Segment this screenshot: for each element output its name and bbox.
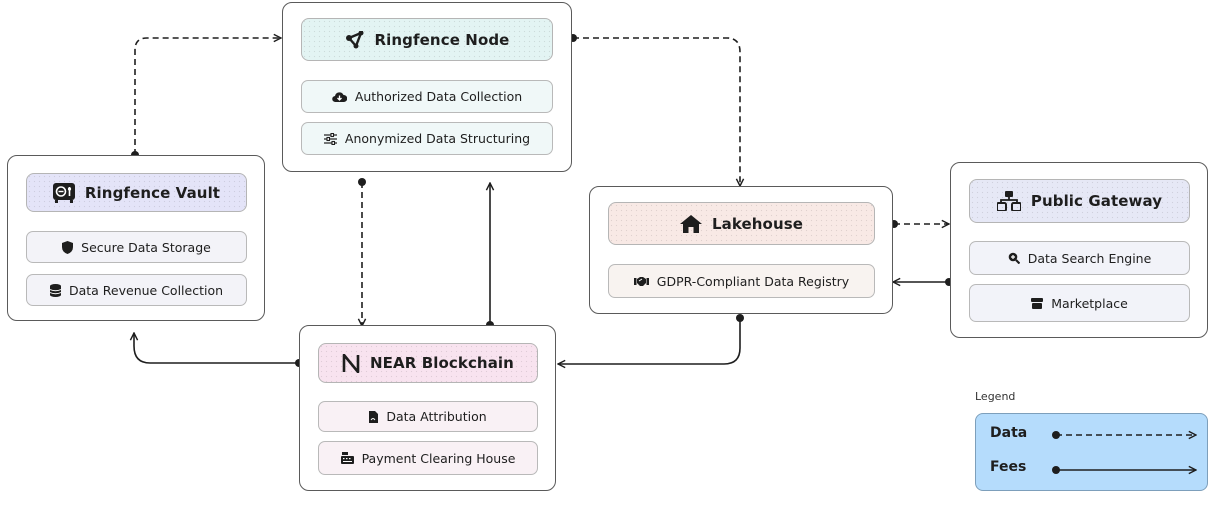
public-gateway-header: Public Gateway [969,179,1190,223]
house-icon [679,214,702,233]
lakehouse-card[interactable]: Lakehouse GDPR-Compliant Data Registry [589,186,893,314]
legend-dot-data [1052,431,1060,439]
item-label: Marketplace [1051,295,1128,311]
cloud-download-icon [332,91,347,103]
ringfence-node-header: Ringfence Node [301,18,553,61]
file-signature-icon [369,410,379,423]
item-label: Secure Data Storage [81,239,211,255]
legend-dot-fees [1052,466,1060,474]
sliders-icon [323,132,337,145]
lakehouse-title: Lakehouse [711,214,804,233]
item-label: Payment Clearing House [361,450,516,466]
item-data-search-engine: Data Search Engine [969,241,1190,275]
ringfence-vault-title: Ringfence Vault [84,183,221,202]
item-gdpr-compliant-data-registry: GDPR-Compliant Data Registry [608,264,875,298]
near-blockchain-card[interactable]: NEAR Blockchain Data Attribution Payment… [299,325,556,491]
legend: Data Fees [975,413,1208,491]
lakehouse-header: Lakehouse [608,202,875,245]
item-label: Authorized Data Collection [354,89,523,104]
handshake-icon [633,276,649,287]
search-plus-icon [1008,252,1020,264]
share-nodes-icon [345,30,365,49]
near-blockchain-title: NEAR Blockchain [370,354,514,372]
sitemap-icon [996,191,1021,211]
near-logo-icon [342,353,360,373]
item-payment-clearing-house: Payment Clearing House [318,441,538,475]
edge-near-to-vault [134,333,299,364]
near-blockchain-header: NEAR Blockchain [318,343,538,383]
item-label: Data Attribution [386,409,487,424]
ringfence-node-card[interactable]: Ringfence Node Authorized Data Collectio… [282,2,572,172]
public-gateway-card[interactable]: Public Gateway Data Search Engine Market… [950,162,1208,338]
item-marketplace: Marketplace [969,284,1190,322]
cash-register-icon [340,452,354,464]
item-label: Data Search Engine [1027,250,1152,266]
shield-icon [62,240,74,254]
ringfence-node-title: Ringfence Node [374,30,510,49]
edge-start-dot [358,178,366,186]
database-icon [49,283,61,297]
ringfence-vault-header: Ringfence Vault [26,173,247,212]
edge-start-dot [736,314,744,322]
legend-title: Legend [975,390,1016,403]
ringfence-vault-card[interactable]: Ringfence Vault Secure Data Storage Data… [7,155,265,321]
item-authorized-data-collection: Authorized Data Collection [301,80,553,113]
edge-vault-to-node [134,38,281,155]
edge-node-to-lakehouse [573,37,740,186]
item-data-revenue-collection: Data Revenue Collection [26,274,247,306]
edge-lakehouse-to-near [558,318,741,364]
legend-swatches [1052,414,1208,492]
item-anonymized-data-structuring: Anonymized Data Structuring [301,122,553,155]
vault-icon [52,182,75,203]
public-gateway-title: Public Gateway [1030,192,1163,210]
item-secure-data-storage: Secure Data Storage [26,231,247,263]
item-label: Anonymized Data Structuring [344,131,531,146]
store-icon [1031,297,1044,309]
item-label: GDPR-Compliant Data Registry [656,273,850,289]
item-label: Data Revenue Collection [68,282,224,298]
item-data-attribution: Data Attribution [318,401,538,432]
